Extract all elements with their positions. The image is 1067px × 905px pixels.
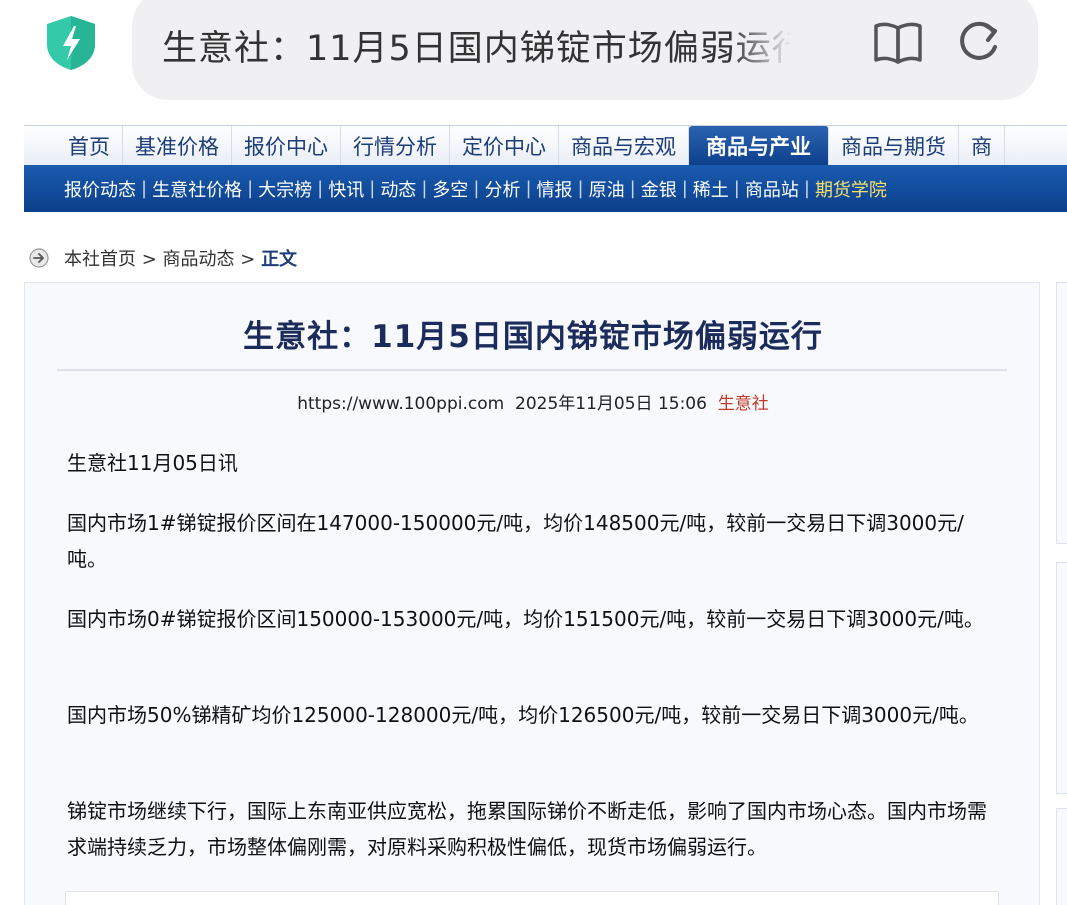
nav-item[interactable]: 商品与宏观 <box>559 126 689 165</box>
sub-nav-separator: | <box>733 178 740 199</box>
article-paragraph: 锑锭市场继续下行，国际上东南亚供应宽松，拖累国际锑价不断走低，影响了国内市场心态… <box>67 799 987 859</box>
main-nav: 首页 基准价格 报价中心 行情分析 定价中心 商品与宏观 商品与产业 商品与期货商 <box>24 125 1067 165</box>
sub-nav-item[interactable]: 金银 <box>641 176 677 202</box>
article-container: 生意社：11月5日国内锑锭市场偏弱运行 https://www.100ppi.c… <box>24 282 1040 905</box>
sub-nav-separator: | <box>141 178 148 199</box>
article-datetime: 2025年11月05日 15:06 <box>515 394 707 414</box>
sub-nav-separator: | <box>577 178 584 199</box>
article-paragraph: 国内市场1#锑锭报价区间在147000-150000元/吨，均价148500元/… <box>67 511 964 571</box>
article-title: 生意社：11月5日国内锑锭市场偏弱运行 <box>243 319 823 355</box>
side-panel <box>1056 808 1067 905</box>
sub-nav-item[interactable]: 商品站 <box>745 176 799 202</box>
sub-nav-separator: | <box>681 178 688 199</box>
article-site[interactable]: https://www.100ppi.com <box>297 394 504 414</box>
sub-nav: 报价动态 | 生意社价格 | 大宗榜 | 快讯 | 动态 | 多空 | 分析 | 情报 | 原油 | 金银 | 稀土 | 商… <box>24 165 1067 212</box>
sub-nav-item[interactable]: 期货学院 <box>815 176 887 202</box>
sub-nav-item[interactable]: 情报 <box>537 176 573 202</box>
nav-item[interactable]: 首页 <box>24 126 123 165</box>
address-bar-title[interactable]: 生意社：11月5日国内锑锭市场偏弱运行 <box>162 20 792 71</box>
sub-nav-separator: | <box>421 178 428 199</box>
sub-nav-separator: | <box>629 178 636 199</box>
breadcrumb-separator: > <box>136 249 163 270</box>
sub-nav-item[interactable]: 大宗榜 <box>258 176 312 202</box>
breadcrumb-separator: > <box>234 249 262 270</box>
sub-nav-item[interactable]: 原油 <box>589 176 625 202</box>
sub-nav-separator: | <box>803 178 810 199</box>
breadcrumb-current: 正文 <box>261 249 298 270</box>
sub-nav-separator: | <box>369 178 376 199</box>
sub-nav-separator: | <box>247 178 254 199</box>
title-divider <box>57 369 1007 371</box>
article-paragraph: 生意社11月05日讯 <box>67 451 238 475</box>
nav-item[interactable]: 基准价格 <box>123 126 232 165</box>
article-paragraph: 国内市场50%锑精矿均价125000-128000元/吨，均价126500元/吨… <box>67 703 979 727</box>
article-meta: https://www.100ppi.com 2025年11月05日 15:06… <box>25 389 1041 414</box>
nav-item[interactable]: 行情分析 <box>341 126 450 165</box>
sub-nav-separator: | <box>473 178 480 199</box>
breadcrumb-section-link[interactable]: 商品动态 <box>163 249 235 270</box>
sub-nav-item[interactable]: 多空 <box>432 176 468 202</box>
breadcrumb-home-link[interactable]: 本社首页 <box>64 249 136 270</box>
breadcrumb-arrow-icon <box>29 248 49 268</box>
side-panel <box>1056 282 1067 544</box>
article-source[interactable]: 生意社 <box>718 394 769 414</box>
article-paragraph: 国内市场0#锑锭报价区间150000-153000元/吨，均价151500元/吨… <box>67 607 984 631</box>
reader-mode-icon[interactable] <box>872 20 924 66</box>
reload-icon[interactable] <box>955 19 1001 65</box>
browser-toolbar: 生意社：11月5日国内锑锭市场偏弱运行 <box>0 0 1067 125</box>
site-navigation: 首页 基准价格 报价中心 行情分析 定价中心 商品与宏观 商品与产业 商品与期货商 报价动态 |… <box>24 125 1067 212</box>
article-inner-box <box>65 891 999 905</box>
nav-item[interactable]: 商品与期货 <box>829 126 959 165</box>
nav-item[interactable]: 商品与产业 <box>689 126 829 165</box>
sub-nav-item[interactable]: 快讯 <box>328 176 364 202</box>
sub-nav-item[interactable]: 稀土 <box>693 176 729 202</box>
sub-nav-item[interactable]: 报价动态 <box>64 176 136 202</box>
sub-nav-item[interactable]: 生意社价格 <box>152 176 242 202</box>
sub-nav-separator: | <box>317 178 324 199</box>
nav-item[interactable]: 定价中心 <box>450 126 559 165</box>
breadcrumb: 本社首页 > 商品动态 > 正文 <box>64 245 297 271</box>
shield-bolt-icon[interactable] <box>44 14 98 72</box>
side-panel <box>1056 562 1067 794</box>
sub-nav-item[interactable]: 分析 <box>484 176 520 202</box>
nav-item[interactable]: 报价中心 <box>232 126 341 165</box>
sub-nav-separator: | <box>525 178 532 199</box>
sub-nav-item[interactable]: 动态 <box>380 176 416 202</box>
nav-item[interactable]: 商 <box>959 126 1005 165</box>
